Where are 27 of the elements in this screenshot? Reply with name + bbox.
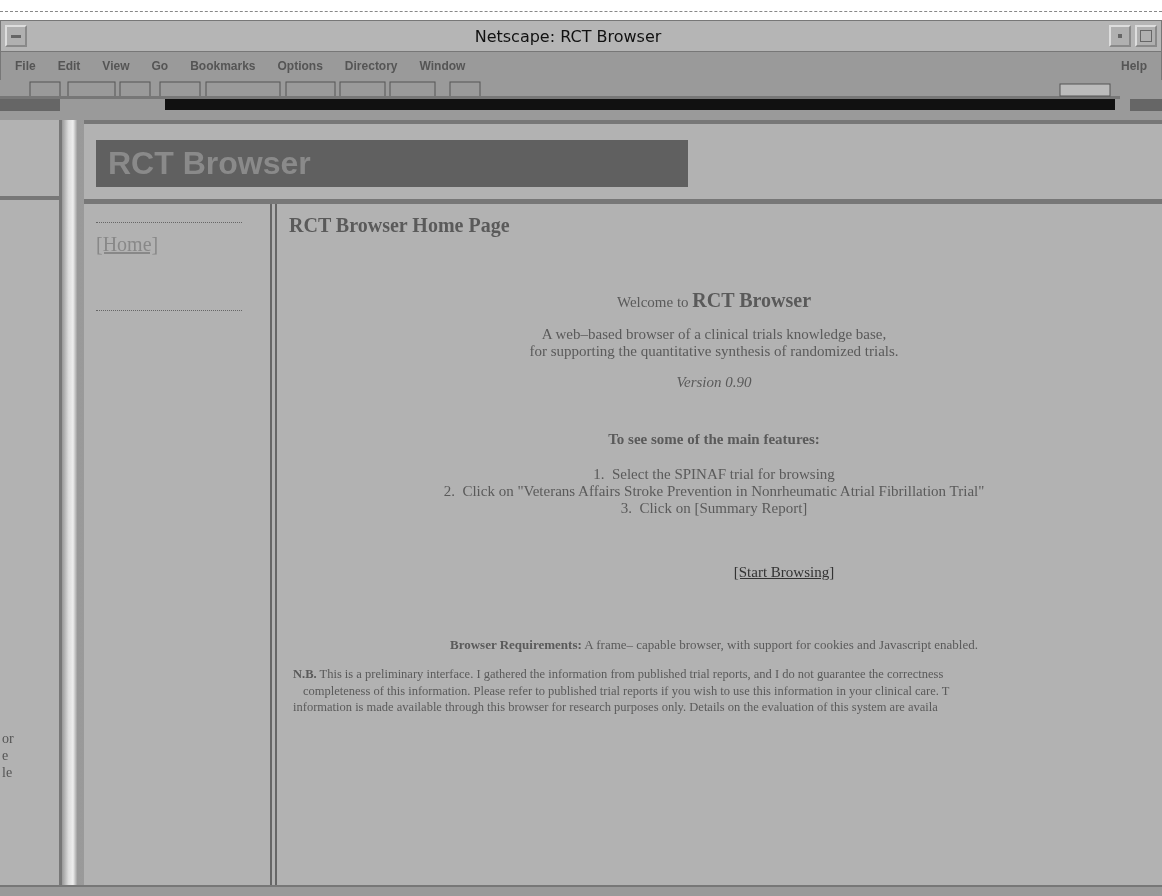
menu-item[interactable]: Window <box>419 59 466 73</box>
window-title: Netscape: RCT Browser <box>473 26 663 46</box>
menu-item[interactable]: Edit <box>57 59 81 73</box>
window-menu-button[interactable] <box>5 25 27 47</box>
menu-item[interactable]: View <box>102 59 130 73</box>
menu-item[interactable]: Options <box>277 59 323 73</box>
minus-icon <box>11 34 21 38</box>
menu-item[interactable]: Go <box>151 59 169 73</box>
text-fragment: le <box>2 764 14 781</box>
square-icon <box>1140 30 1152 42</box>
requirements-text: Browser Requirements: A frame– capable browser, with support for cookies and Javascript enabled. <box>450 637 978 653</box>
menu-item[interactable]: Directory <box>344 59 398 73</box>
start-browsing-link[interactable]: [Start Browsing] <box>733 564 835 581</box>
note-paragraph: N.B. This is a preliminary interface. I gathered the information from published trial reports, and I do not guarantee the correctness completeness of this information. Please refer to published trial reports if you wish to use this information in your clinical care. T information is made available through this browser for research purposes only. Details on the evaluation of this system are availa <box>293 666 951 716</box>
features-heading: To see some of the main features: <box>608 431 820 448</box>
minimize-button[interactable] <box>1109 25 1131 47</box>
version-text: Version 0.90 <box>676 374 752 391</box>
menu-item[interactable]: File <box>15 59 36 73</box>
menu-item[interactable]: Help <box>1121 59 1147 73</box>
text-fragment: or <box>2 730 15 747</box>
welcome-text: Welcome to RCT Browser <box>616 289 812 312</box>
tagline: A web–based browser of a clinical trials knowledge base, for supporting the quantitative synthesis of randomized trials. <box>529 326 899 360</box>
steps-list: 1. Select the SPINAF trial for browsing 2. Click on "Veterans Affairs Stroke Prevention in Nonrheumatic Atrial Fibrillation Trial" 3. Click on [Summary Report] <box>443 466 985 517</box>
page-heading: RCT Browser Home Page <box>289 214 511 237</box>
menu-item[interactable]: Bookmarks <box>190 59 256 73</box>
text-fragment: e <box>2 747 10 764</box>
maximize-button[interactable] <box>1135 25 1157 47</box>
